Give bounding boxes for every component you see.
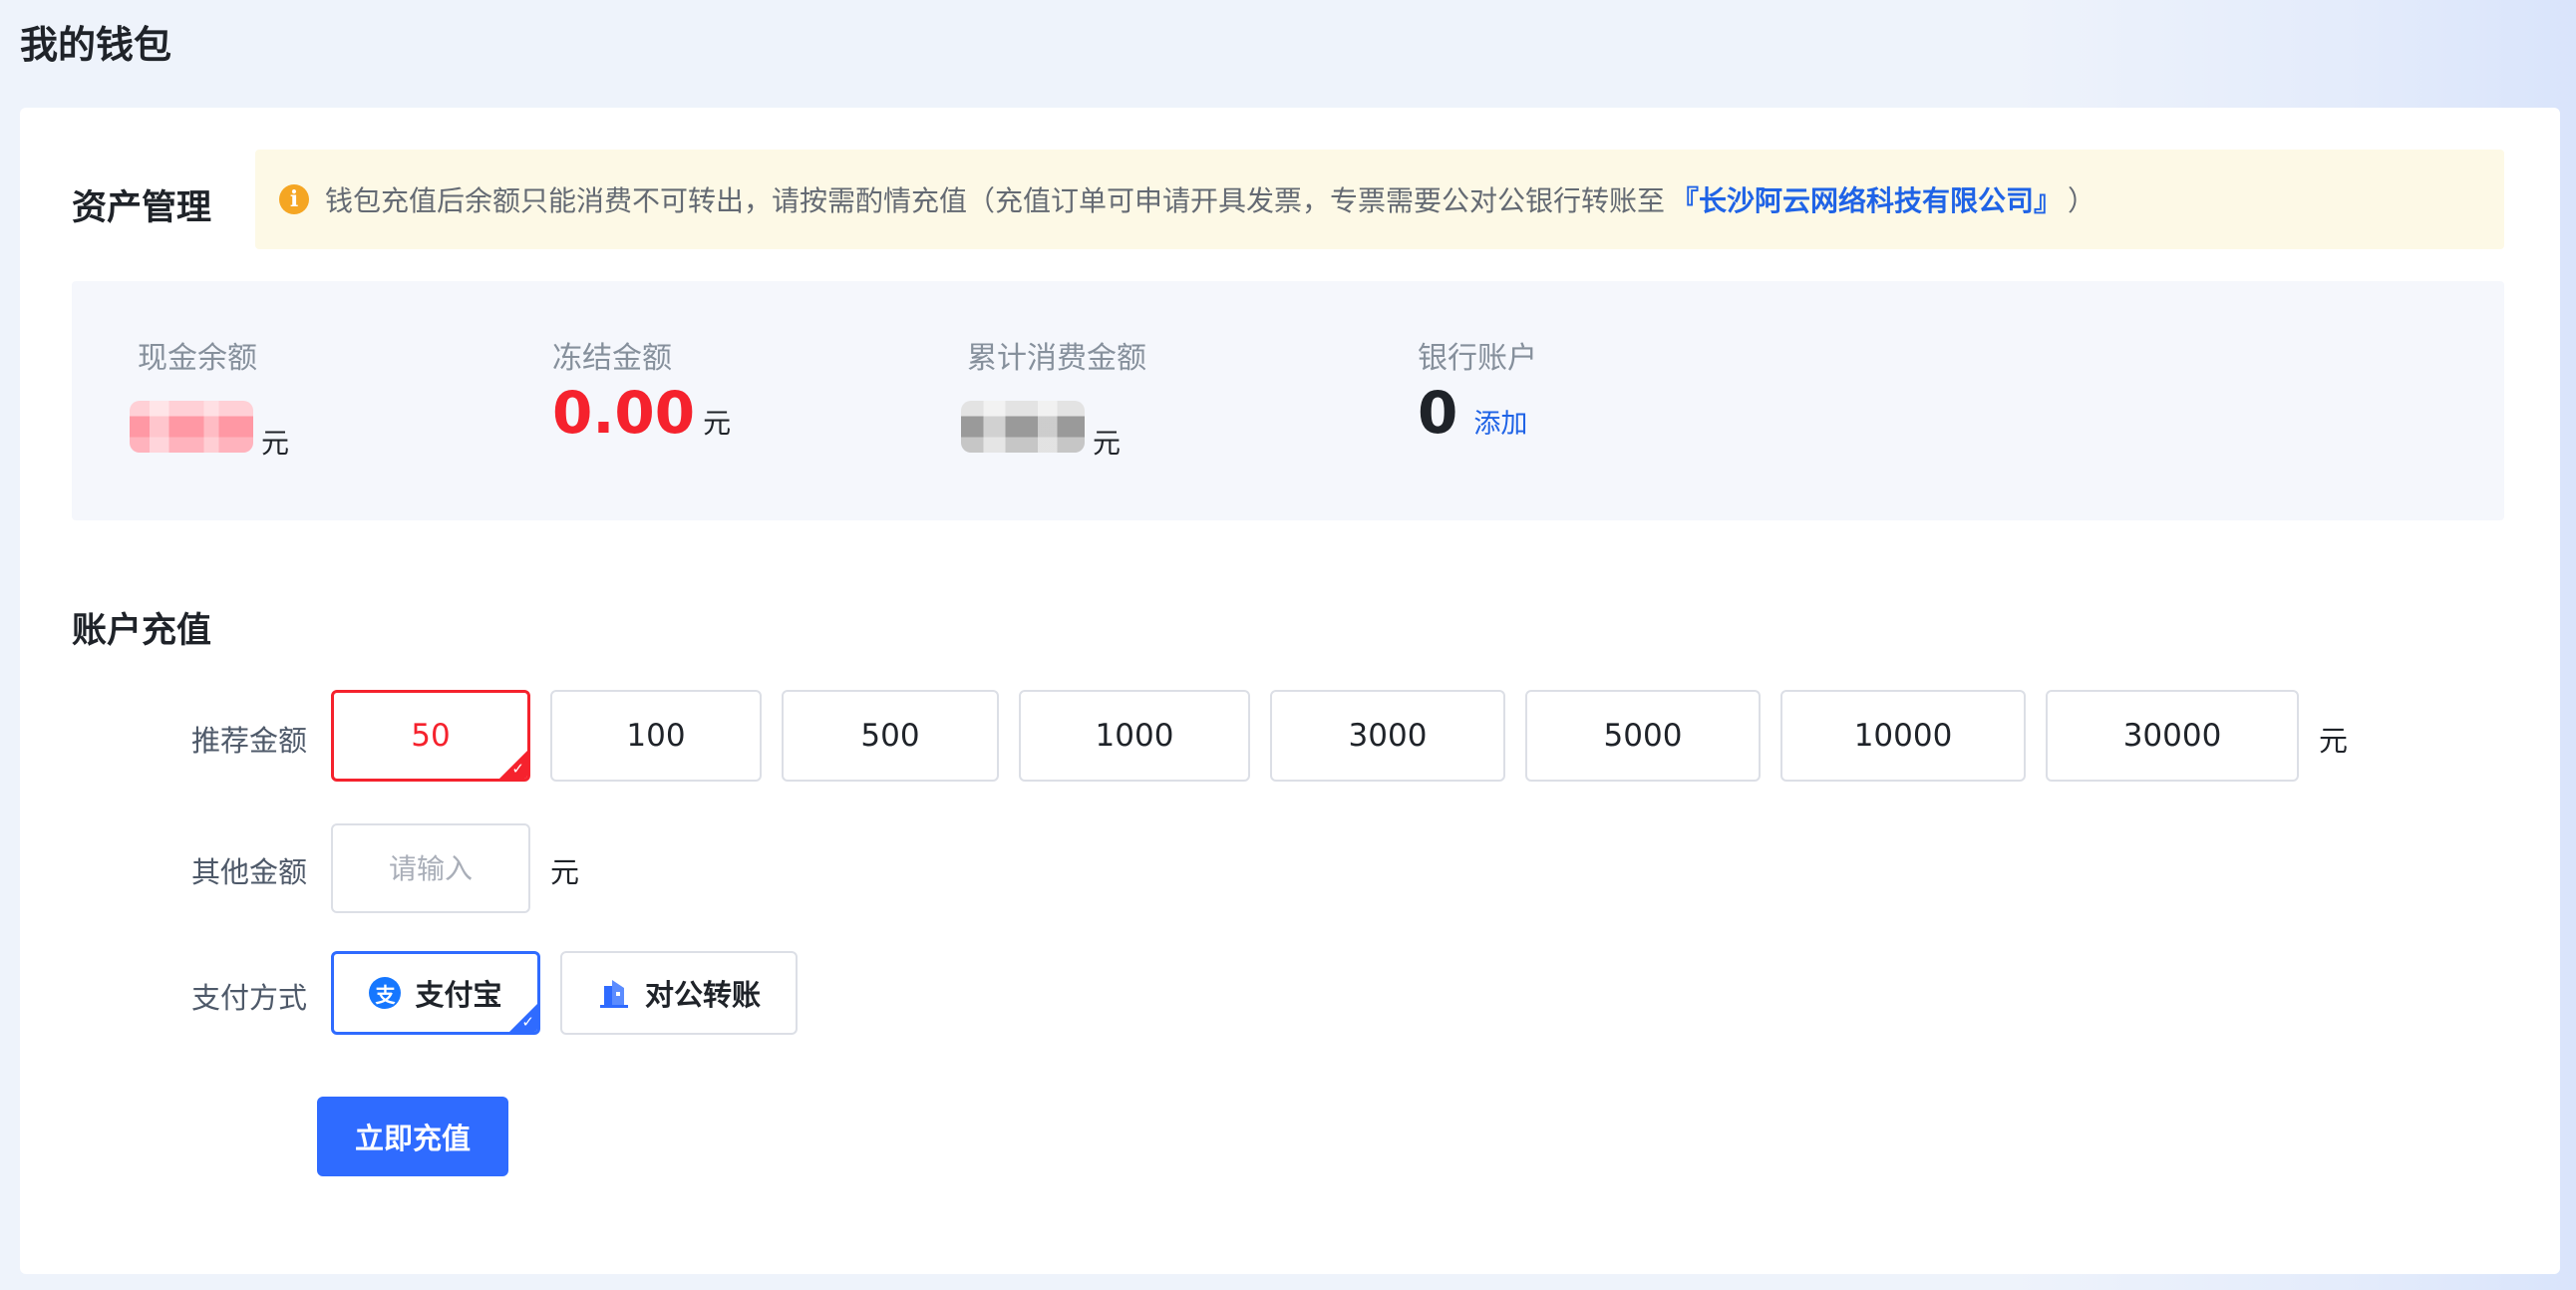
stat-label: 银行账户 (1418, 341, 1537, 376)
amount-option-label: 50 (411, 718, 451, 754)
amount-option-30000[interactable]: 30000 (2046, 690, 2299, 782)
bank-account-count: 0 (1418, 379, 1458, 447)
notice-banner: i 钱包充值后余额只能消费不可转出，请按需酌情充值（充值订单可申请开具发票，专票… (255, 150, 2504, 249)
amount-option-50[interactable]: 50 ✓ (331, 690, 530, 782)
amount-option-label: 500 (860, 718, 920, 754)
stat-unit: 元 (1093, 427, 1122, 460)
notice-text-end: ） (2068, 184, 2096, 217)
amount-option-100[interactable]: 100 (550, 690, 762, 782)
redacted-value (130, 401, 253, 453)
redacted-value (961, 401, 1085, 453)
amount-option-label: 100 (626, 718, 686, 754)
amount-option-label: 3000 (1348, 718, 1428, 754)
page-title: 我的钱包 (20, 23, 172, 67)
amount-option-5000[interactable]: 5000 (1525, 690, 1761, 782)
payment-option-label: 支付宝 (415, 978, 502, 1012)
recharge-section-title: 账户充值 (72, 611, 212, 651)
recharge-now-button[interactable]: 立即充值 (317, 1097, 508, 1176)
bank-building-icon (597, 976, 631, 1010)
other-amount-unit: 元 (550, 855, 580, 889)
notice-text: 钱包充值后余额只能消费不可转出，请按需酌情充值（充值订单可申请开具发票，专票需要… (325, 184, 1666, 217)
check-icon: ✓ (521, 1013, 534, 1031)
stat-unit: 元 (703, 407, 732, 440)
amount-option-3000[interactable]: 3000 (1270, 690, 1505, 782)
check-icon: ✓ (511, 760, 524, 778)
assets-section-title: 资产管理 (72, 188, 212, 228)
payment-option-label: 对公转账 (644, 978, 761, 1012)
amount-option-1000[interactable]: 1000 (1019, 690, 1250, 782)
stat-label: 累计消费金额 (967, 341, 1146, 376)
other-amount-input[interactable] (331, 823, 530, 913)
stat-unit: 元 (261, 427, 290, 460)
info-icon: i (279, 184, 309, 214)
amount-option-500[interactable]: 500 (782, 690, 999, 782)
wallet-card: 资产管理 i 钱包充值后余额只能消费不可转出，请按需酌情充值（充值订单可申请开具… (20, 108, 2560, 1274)
stat-label: 现金余额 (138, 341, 257, 376)
payment-method-label: 支付方式 (191, 981, 308, 1015)
company-link[interactable]: 『长沙阿云网络科技有限公司』 (1671, 179, 2062, 219)
add-bank-account-link[interactable]: 添加 (1473, 402, 1527, 441)
amount-option-label: 5000 (1603, 718, 1683, 754)
alipay-icon: 支 (369, 977, 402, 1009)
other-amount-label: 其他金额 (191, 855, 308, 889)
amount-option-10000[interactable]: 10000 (1780, 690, 2026, 782)
frozen-amount-value: 0.00 (552, 379, 696, 447)
stats-panel: 现金余额 元 冻结金额 0.00 元 累计消费金额 元 银行账户 0 添加 (72, 281, 2504, 520)
amount-option-label: 30000 (2122, 718, 2222, 754)
amount-option-label: 10000 (1853, 718, 1953, 754)
preset-unit: 元 (2319, 724, 2349, 758)
preset-amount-label: 推荐金额 (191, 724, 308, 758)
stat-label: 冻结金额 (552, 341, 672, 376)
payment-option-alipay[interactable]: 支 支付宝 ✓ (331, 951, 540, 1035)
amount-option-label: 1000 (1095, 718, 1174, 754)
payment-option-bank-transfer[interactable]: 对公转账 (560, 951, 798, 1035)
